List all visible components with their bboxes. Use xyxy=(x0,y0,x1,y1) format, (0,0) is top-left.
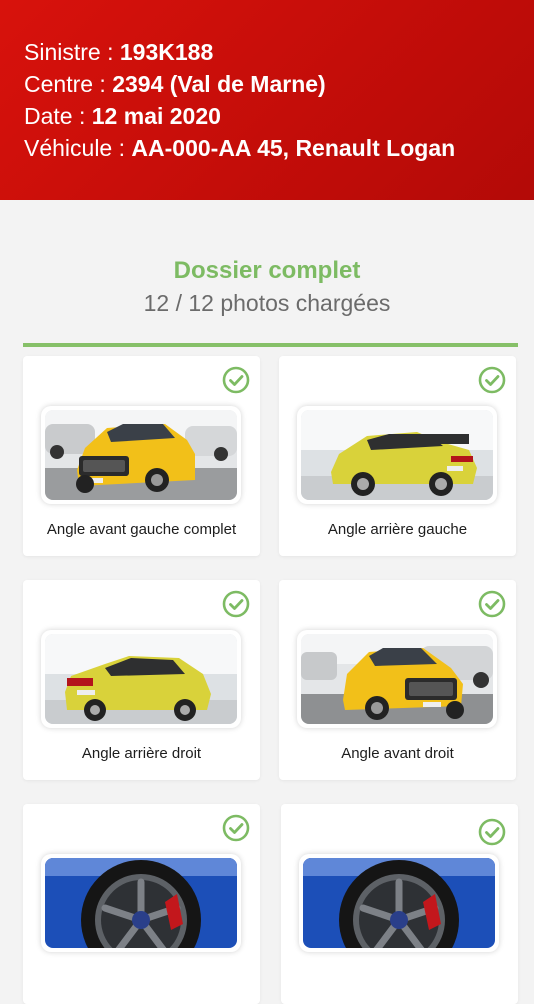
photo-thumbnail-frame xyxy=(41,406,241,504)
check-circle-icon xyxy=(478,818,506,846)
progress-bar xyxy=(23,343,518,347)
date-line: Date : 12 mai 2020 xyxy=(24,103,221,129)
photo-label: Angle arrière droit xyxy=(81,745,202,762)
photo-thumbnail-frame xyxy=(299,854,499,952)
check-circle-icon xyxy=(478,366,506,394)
car-photo-thumbnail xyxy=(45,410,237,500)
wheel-photo-thumbnail xyxy=(45,858,237,948)
sinistre-value: 193K188 xyxy=(119,39,214,65)
photo-thumbnail-frame xyxy=(41,854,241,952)
wheel-photo-thumbnail xyxy=(303,858,495,948)
photo-label: Angle avant gauche complet xyxy=(46,521,237,538)
photo-label: Angle arrière gauche xyxy=(327,521,468,538)
photo-label: Angle avant droit xyxy=(341,745,454,762)
check-circle-icon xyxy=(222,590,250,618)
car-photo-thumbnail xyxy=(45,634,237,724)
photo-thumbnail-frame xyxy=(297,630,497,728)
centre-line: Centre : 2394 (Val de Marne) xyxy=(24,71,326,97)
claim-header: Sinistre : 193K188 Centre : 2394 (Val de… xyxy=(0,0,534,200)
check-circle-icon xyxy=(222,366,250,394)
photo-card[interactable] xyxy=(281,804,518,1004)
photo-card[interactable]: Angle arrière gauche xyxy=(279,356,516,556)
car-photo-thumbnail xyxy=(301,410,493,500)
status-title: Dossier complet xyxy=(173,257,361,284)
photo-card[interactable]: Angle arrière droit xyxy=(23,580,260,780)
sinistre-line: Sinistre : 193K188 xyxy=(24,39,214,65)
vehicule-line: Véhicule : AA-000-AA 45, Renault Logan xyxy=(24,135,456,161)
dossier-status: Dossier complet 12 / 12 photos chargées xyxy=(0,255,534,319)
car-photo-thumbnail xyxy=(301,634,493,724)
centre-value: 2394 (Val de Marne) xyxy=(112,71,326,97)
vehicule-value: AA-000-AA 45, Renault Logan xyxy=(131,135,456,161)
photo-thumbnail-frame xyxy=(41,630,241,728)
photo-count: 12 / 12 photos chargées xyxy=(143,290,391,316)
photo-card[interactable]: Angle avant gauche complet xyxy=(23,356,260,556)
date-value: 12 mai 2020 xyxy=(91,103,221,129)
check-circle-icon xyxy=(478,590,506,618)
photo-thumbnail-frame xyxy=(297,406,497,504)
check-circle-icon xyxy=(222,814,250,842)
photo-card[interactable] xyxy=(23,804,260,1004)
photo-card[interactable]: Angle avant droit xyxy=(279,580,516,780)
